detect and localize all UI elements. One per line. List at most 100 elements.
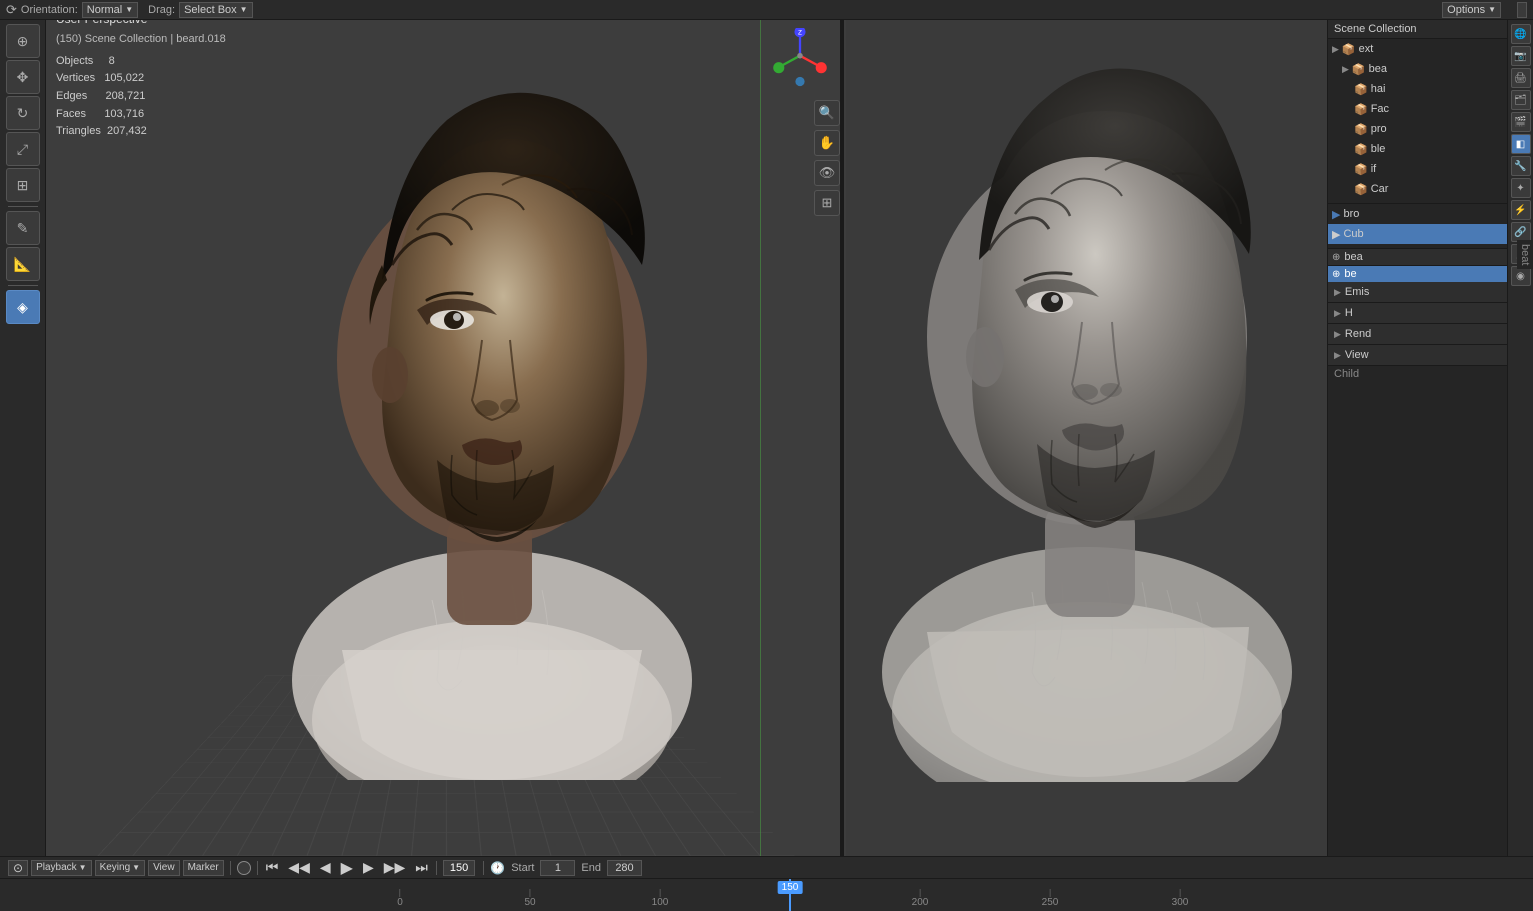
zoom-icon[interactable]: 🔍 (814, 100, 840, 126)
scene-item-pro[interactable]: 📦 pro (1328, 119, 1507, 139)
beat-label: beat (1517, 240, 1533, 269)
keying-label: Keying (100, 862, 131, 873)
item-icon-pro: 📦 (1354, 123, 1368, 136)
obj-data-header[interactable]: ⊕ bea (1328, 249, 1507, 266)
prop-tab-output[interactable]: 🖨 (1511, 68, 1531, 88)
frame-line (760, 0, 761, 911)
prop-tab-constraints[interactable]: 🔗 (1511, 222, 1531, 242)
viewport-right[interactable] (846, 0, 1327, 911)
rend-header[interactable]: ▶ Rend (1328, 324, 1507, 344)
frame-dot[interactable] (237, 861, 251, 875)
options-button[interactable]: Options ▼ (1442, 2, 1501, 18)
prop-tab-render[interactable]: 📷 (1511, 46, 1531, 66)
viewport-divider[interactable] (840, 20, 844, 856)
scene-item-hai[interactable]: 📦 hai (1328, 79, 1507, 99)
prop-tab-physics[interactable]: ⚡ (1511, 200, 1531, 220)
drag-dropdown[interactable]: Select Box ▼ (179, 2, 253, 18)
next-keyframe-btn[interactable]: ▶▶ (382, 859, 408, 876)
timeline-keying-btn[interactable]: Keying ▼ (95, 860, 146, 876)
prop-tab-modifier[interactable]: 🔧 (1511, 156, 1531, 176)
edges-row: Edges 208,721 (56, 88, 226, 106)
active-tool[interactable]: ◈ (6, 290, 40, 324)
jump-start-btn[interactable]: ⏮ (264, 859, 281, 876)
timeline-view-btn[interactable]: View (148, 860, 180, 876)
props-item-cub[interactable]: ▶ Cub (1328, 224, 1507, 244)
obj-data-selected[interactable]: ⊕ be (1328, 266, 1507, 282)
camera-view-icon[interactable]: 👁 (814, 160, 840, 186)
timeline-mode: ⊙ Playback ▼ Keying ▼ View Marker (8, 860, 224, 876)
timeline-marker-btn[interactable]: Marker (183, 860, 224, 876)
prop-tab-object[interactable]: ◧ (1511, 134, 1531, 154)
drag-section: Drag: Select Box ▼ (148, 2, 252, 18)
viewport-info: User Perspective (150) Scene Collection … (56, 10, 226, 141)
h-header[interactable]: ▶ H (1328, 303, 1507, 323)
prop-tab-scene2[interactable]: 🎬 (1511, 112, 1531, 132)
item-label-if: if (1371, 163, 1377, 175)
rend-section: ▶ Rend (1328, 324, 1507, 345)
model-right (867, 0, 1307, 802)
clock-icon: 🕐 (490, 861, 505, 875)
scene-item-car[interactable]: 📦 Car (1328, 179, 1507, 199)
prop-tab-scene[interactable]: 🌐 (1511, 24, 1531, 44)
transform-tool[interactable]: ⊞ (6, 168, 40, 202)
next-frame-btn[interactable]: ▶ (361, 859, 376, 876)
view-section: ▶ View (1328, 345, 1507, 366)
orientation-icon: ⟳ (6, 2, 17, 18)
measure-tool[interactable]: 📐 (6, 247, 40, 281)
emis-section: ▶ Emis (1328, 282, 1507, 303)
timeline-track[interactable]: 0 50 100 150 200 2 (0, 879, 1533, 911)
play-btn[interactable]: ▶ (339, 858, 355, 878)
timeline-playback-btn[interactable]: Playback ▼ (31, 860, 92, 876)
end-value[interactable] (607, 860, 642, 876)
prev-keyframe-btn[interactable]: ◀◀ (286, 859, 312, 876)
scale-tool[interactable]: ⤢ (6, 132, 40, 166)
scene-item-bea[interactable]: ▶ 📦 bea (1328, 59, 1507, 79)
current-frame-badge: 150 (778, 881, 803, 894)
rotate-tool[interactable]: ↻ (6, 96, 40, 130)
start-value[interactable] (540, 860, 575, 876)
scene-item-fac[interactable]: 📦 Fac (1328, 99, 1507, 119)
scene-item-ble[interactable]: 📦 ble (1328, 139, 1507, 159)
viewport-left[interactable]: User Perspective (150) Scene Collection … (46, 0, 846, 911)
viewport-gizmo[interactable]: Z (770, 28, 830, 98)
scene-panel-header: Scene Collection (1328, 20, 1507, 39)
timeline-mode-btn[interactable]: ⊙ (8, 860, 28, 876)
current-frame-value: 150 (443, 860, 475, 876)
view-header[interactable]: ▶ View (1328, 345, 1507, 365)
prev-frame-btn[interactable]: ◀ (318, 859, 333, 876)
prop-tab-view-layer[interactable]: 🗂 (1511, 90, 1531, 110)
collapse-button[interactable] (1517, 2, 1527, 18)
drag-chevron: ▼ (240, 5, 248, 14)
annotate-tool[interactable]: ✎ (6, 211, 40, 245)
timeline-numbers: 0 50 100 150 200 2 (200, 879, 1533, 911)
orientation-dropdown[interactable]: Normal ▼ (82, 2, 138, 18)
end-label: End (581, 862, 601, 874)
grab-icon[interactable]: ✋ (814, 130, 840, 156)
vertices-row: Vertices 105,022 (56, 70, 226, 88)
prop-tab-particles[interactable]: ✦ (1511, 178, 1531, 198)
item-icon-hai: 📦 (1354, 83, 1368, 96)
move-tool[interactable]: ✥ (6, 60, 40, 94)
props-item-bro[interactable]: ▶ bro (1328, 204, 1507, 224)
jump-end-btn[interactable]: ⏭ (413, 859, 430, 876)
child-label: Child (1334, 368, 1359, 380)
head-model-svg-right (867, 0, 1307, 782)
expand-arrow-ext: ▶ (1332, 44, 1339, 55)
frame-50: 50 (524, 889, 535, 908)
keying-chevron: ▼ (132, 863, 140, 872)
item-icon-bea: 📦 (1352, 63, 1366, 76)
marker-label: Marker (188, 862, 219, 873)
orientation-chevron: ▼ (125, 5, 133, 14)
cursor-tool[interactable]: ⊕ (6, 24, 40, 58)
scene-item-if[interactable]: 📦 if (1328, 159, 1507, 179)
item-icon-car: 📦 (1354, 183, 1368, 196)
item-label-pro: pro (1371, 123, 1387, 135)
emis-label: Emis (1345, 286, 1369, 298)
item-icon-if: 📦 (1354, 163, 1368, 176)
scene-item-ext[interactable]: ▶ 📦 ext (1328, 39, 1507, 59)
emis-header[interactable]: ▶ Emis (1328, 282, 1507, 302)
timeline-controls: ⊙ Playback ▼ Keying ▼ View Marker ⏮ ◀◀ ◀… (0, 857, 1533, 879)
objects-row: Objects 8 (56, 53, 226, 71)
grid-view-icon[interactable]: ⊞ (814, 190, 840, 216)
item-icon-fac: 📦 (1354, 103, 1368, 116)
